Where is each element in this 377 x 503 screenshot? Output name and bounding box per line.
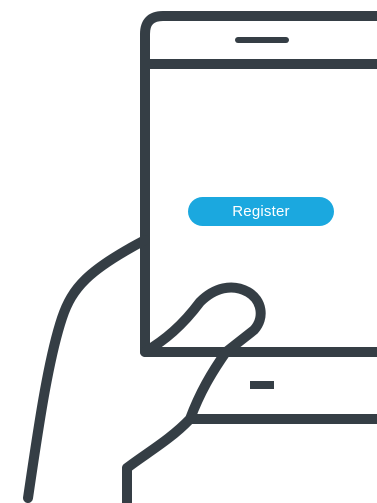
hand-holding-phone-icon [23, 11, 377, 503]
register-button[interactable]: Register [188, 197, 334, 226]
illustration-stage: Register [0, 0, 377, 503]
